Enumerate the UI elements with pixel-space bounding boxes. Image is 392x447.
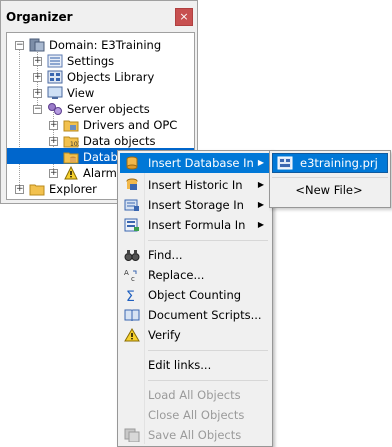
menu-item-label: Save All Objects <box>148 428 242 442</box>
menu-item-insert-storage[interactable]: Insert Storage In ▶ <box>120 195 270 215</box>
tree-item-label: Objects Library <box>67 70 155 84</box>
tree-item-drivers-opc[interactable]: + Drivers and OPC <box>7 117 194 133</box>
submenu-arrow-icon: ▶ <box>257 180 264 189</box>
tree-item-settings[interactable]: + Settings <box>7 53 194 69</box>
view-icon <box>47 86 63 99</box>
close-button[interactable]: × <box>175 8 193 26</box>
submenu-item-label: e3training.prj <box>300 156 378 170</box>
warning-icon <box>124 328 140 342</box>
expand-icon[interactable]: + <box>49 169 58 178</box>
menu-item-label: Insert Storage In <box>148 198 244 212</box>
menu-item-document-scripts[interactable]: Document Scripts... <box>120 305 270 325</box>
close-icon: × <box>179 10 189 23</box>
submenu-arrow-icon: ▶ <box>257 220 264 229</box>
submenu-arrow-icon: ▶ <box>257 158 264 167</box>
menu-item-object-counting[interactable]: Σ Object Counting <box>120 285 270 305</box>
svg-text:Σ: Σ <box>126 289 135 302</box>
collapse-icon[interactable]: − <box>15 41 24 50</box>
domain-icon <box>29 38 45 52</box>
insert-database-submenu: e3training.prj <New File> <box>269 150 391 208</box>
menu-item-close-all-objects[interactable]: Close All Objects <box>120 405 270 425</box>
tree-item-label: Server objects <box>67 102 150 116</box>
tree-item-data-objects[interactable]: + 101 Data objects <box>7 133 194 149</box>
menu-item-replace[interactable]: A c Replace... <box>120 265 270 285</box>
menu-item-label: Load All Objects <box>148 388 241 402</box>
folder-icon <box>29 184 45 196</box>
tree-item-label: Domain: E3Training <box>49 38 162 52</box>
menu-item-label: Verify <box>148 328 181 342</box>
settings-icon <box>47 54 63 68</box>
menu-item-label: Insert Historic In <box>148 178 243 192</box>
tree-item-label: View <box>67 86 95 100</box>
expand-icon[interactable]: + <box>49 121 58 130</box>
svg-text:A: A <box>124 269 129 277</box>
menu-item-label: Edit links... <box>148 358 212 372</box>
expand-icon[interactable]: + <box>33 89 42 98</box>
context-menu: Insert Database In ▶ Insert Historic In … <box>117 150 273 447</box>
expand-icon[interactable]: + <box>15 185 24 194</box>
menu-item-label: Close All Objects <box>148 408 245 422</box>
historic-icon <box>126 178 138 190</box>
alarm-icon <box>64 166 78 180</box>
sigma-icon: Σ <box>126 289 135 302</box>
menu-item-label: Find... <box>148 248 183 262</box>
submenu-item-new-file[interactable]: <New File> <box>270 182 388 198</box>
submenu-arrow-icon: ▶ <box>257 200 264 209</box>
organizer-title: Organizer <box>6 10 73 24</box>
menu-item-label: Object Counting <box>148 288 242 302</box>
tree-item-server-objects[interactable]: − Server objects <box>7 101 194 117</box>
binoculars-icon <box>124 250 140 261</box>
menu-item-insert-formula[interactable]: Insert Formula In ▶ <box>120 215 270 235</box>
menu-item-insert-historic[interactable]: Insert Historic In ▶ <box>120 175 270 195</box>
tree-item-label: Drivers and OPC <box>83 118 178 132</box>
svg-text:c: c <box>131 275 135 282</box>
database-folder-icon <box>63 152 79 164</box>
tree-item-label: Explorer <box>49 182 97 196</box>
expand-icon[interactable]: + <box>33 57 42 66</box>
formula-icon <box>124 218 139 232</box>
submenu-item-project[interactable]: e3training.prj <box>272 153 388 173</box>
menu-item-label: Insert Database In <box>148 156 254 170</box>
menu-item-insert-database[interactable]: Insert Database In ▶ <box>120 153 270 173</box>
tree-item-label: Data objects <box>83 134 156 148</box>
menu-item-find[interactable]: Find... <box>120 245 270 265</box>
project-file-icon <box>277 156 293 170</box>
tree-item-domain[interactable]: − Domain: E3Training <box>7 37 194 53</box>
tree-item-label: Settings <box>67 54 115 68</box>
menu-item-verify[interactable]: Verify <box>120 325 270 345</box>
folder-icon <box>63 120 79 132</box>
svg-text:101: 101 <box>70 141 79 148</box>
menu-item-label: Insert Formula In <box>148 218 246 232</box>
folder-icon: 101 <box>63 136 79 148</box>
menu-item-save-all-objects[interactable]: Save All Objects <box>120 425 270 445</box>
save-all-icon <box>124 428 140 442</box>
tree-item-objects-library[interactable]: + Objects Library <box>7 69 194 85</box>
menu-item-label: Replace... <box>148 268 205 282</box>
expand-icon[interactable]: + <box>49 137 58 146</box>
library-icon <box>47 70 63 84</box>
expand-icon[interactable]: + <box>33 73 42 82</box>
book-icon <box>124 309 140 322</box>
replace-icon: A c <box>124 269 137 282</box>
storage-icon <box>124 199 139 211</box>
tree-item-view[interactable]: + View <box>7 85 194 101</box>
collapse-icon[interactable]: − <box>33 105 42 114</box>
menu-item-label: Document Scripts... <box>148 308 262 322</box>
database-icon <box>126 156 138 170</box>
menu-item-load-all-objects[interactable]: Load All Objects <box>120 385 270 405</box>
server-objects-icon <box>48 103 62 115</box>
menu-item-edit-links[interactable]: Edit links... <box>120 355 270 375</box>
